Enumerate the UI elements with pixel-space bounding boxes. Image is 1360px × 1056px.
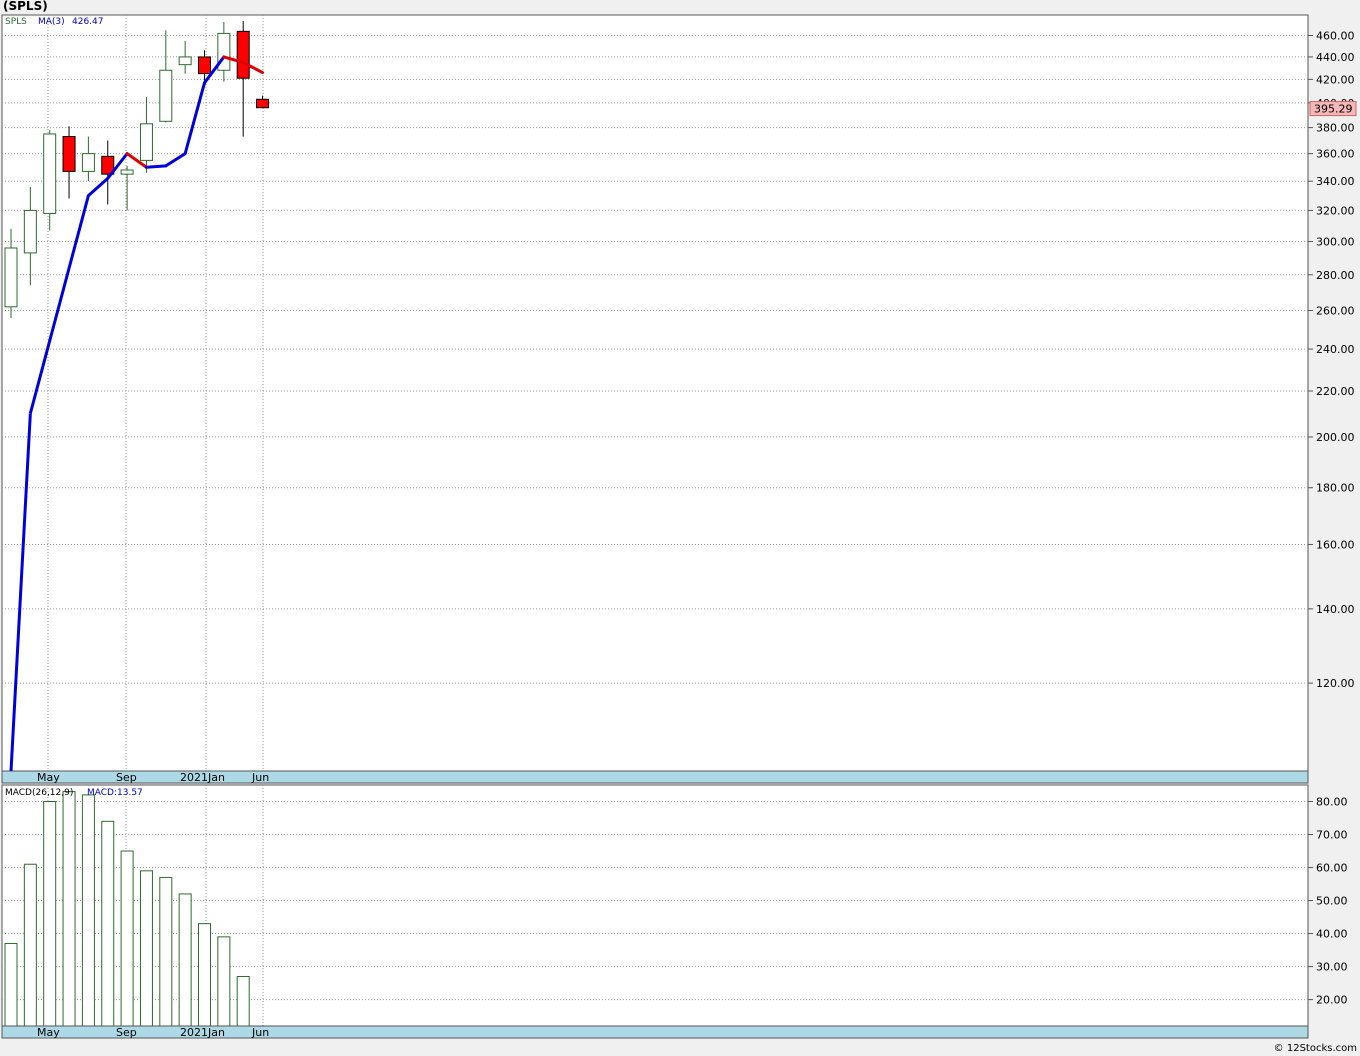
macd-bar	[120, 850, 134, 1027]
macd-plot-area	[1, 784, 1309, 1027]
price-tick-label: 320.00	[1316, 204, 1355, 217]
price-tick-label: 140.00	[1316, 603, 1355, 616]
price-legend-ma-label: MA(3)	[38, 17, 65, 27]
macd-legend-label: MACD(26,12,9)	[5, 788, 73, 798]
price-x-label: Jun	[251, 771, 269, 784]
stock-chart: 120.00 140.00 160.00 180.00 200.00 220.00 240.…	[1, 14, 1357, 1039]
macd-bar	[217, 936, 231, 1027]
macd-bar	[159, 876, 173, 1027]
price-x-label: Sep	[116, 771, 137, 784]
candle-body	[120, 169, 134, 175]
macd-bar	[62, 791, 76, 1027]
macd-tick-label: 50.00	[1316, 895, 1348, 908]
macd-tick-label: 30.00	[1316, 961, 1348, 974]
price-tick-label: 440.00	[1316, 51, 1355, 64]
price-tick-label: 260.00	[1316, 304, 1355, 317]
candle-body	[159, 69, 173, 122]
copyright-footer: © 12Stocks.com	[1273, 1043, 1357, 1054]
candle-body	[81, 153, 95, 172]
price-tick-label: 460.00	[1316, 30, 1355, 43]
price-x-label: May	[37, 771, 60, 784]
price-y-axis: 120.00 140.00 160.00 180.00 200.00 220.00 240.…	[1308, 30, 1355, 690]
price-tick-label: 240.00	[1316, 343, 1355, 356]
macd-bar	[236, 975, 250, 1027]
price-tick-label: 200.00	[1316, 431, 1355, 444]
candle-body	[23, 209, 37, 254]
macd-bar	[198, 923, 211, 1027]
macd-bar	[81, 794, 95, 1027]
candle-body	[4, 247, 18, 308]
candle-body	[236, 30, 250, 79]
price-plot-area	[1, 14, 1309, 772]
price-tick-label: 160.00	[1316, 538, 1355, 551]
macd-tick-label: 60.00	[1316, 862, 1348, 875]
ma3-segment	[144, 164, 168, 169]
price-tick-label: 360.00	[1316, 148, 1355, 161]
macd-x-label: 2021	[180, 1026, 208, 1039]
last-price-marker: 395.29	[1309, 101, 1357, 117]
macd-bar	[23, 863, 37, 1027]
macd-tick-label: 40.00	[1316, 928, 1348, 941]
macd-tick-label: 70.00	[1316, 829, 1348, 842]
macd-bar	[101, 820, 115, 1027]
candle-body	[178, 56, 192, 66]
candle-body	[256, 98, 270, 109]
price-tick-label: 180.00	[1316, 482, 1355, 495]
macd-tick-label: 80.00	[1316, 796, 1348, 809]
macd-bar	[139, 870, 153, 1027]
price-tick-label: 280.00	[1316, 269, 1355, 282]
macd-tick-label: 20.00	[1316, 994, 1348, 1007]
macd-bar	[178, 893, 192, 1027]
macd-bar	[43, 801, 57, 1027]
macd-x-label: Jun	[251, 1026, 269, 1039]
candle-body	[139, 123, 153, 161]
price-tick-label: 220.00	[1316, 385, 1355, 398]
price-legend-ma-value: 426.47	[72, 17, 104, 27]
candle-body	[62, 136, 76, 172]
candle-body	[198, 56, 211, 75]
macd-bar	[4, 942, 18, 1027]
macd-x-label: Jan	[207, 1026, 225, 1039]
last-price-label: 395.29	[1314, 103, 1353, 116]
macd-y-axis: 20.00 30.00 40.00 50.00 60.00 70.00 80.00	[1308, 796, 1348, 1007]
price-tick-label: 420.00	[1316, 73, 1355, 86]
price-tick-label: 380.00	[1316, 122, 1355, 135]
price-tick-label: 300.00	[1316, 236, 1355, 249]
macd-x-label: Sep	[116, 1026, 137, 1039]
price-x-label: 2021	[180, 771, 208, 784]
candle-body	[43, 133, 57, 214]
price-x-label: Jan	[207, 771, 225, 784]
price-tick-label: 340.00	[1316, 175, 1355, 188]
macd-legend-value: MACD:13.57	[87, 788, 143, 798]
price-legend-symbol: SPLS	[5, 17, 27, 27]
price-tick-label: 120.00	[1316, 677, 1355, 690]
macd-x-label: May	[37, 1026, 60, 1039]
